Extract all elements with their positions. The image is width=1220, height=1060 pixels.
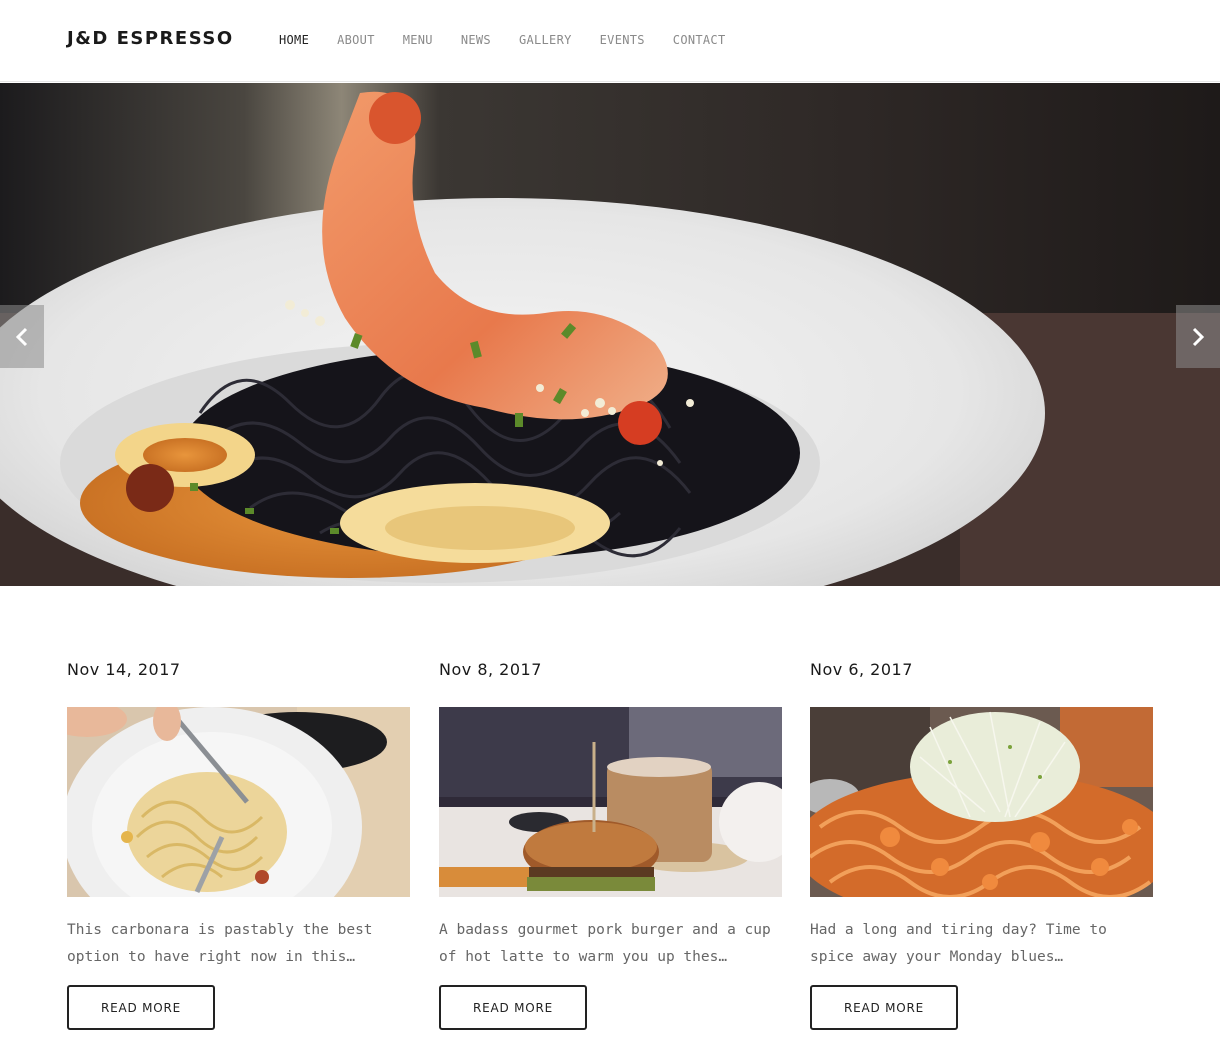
nav-item-about[interactable]: ABOUT — [337, 33, 375, 47]
hero-slider — [0, 83, 1220, 586]
nav-item-news[interactable]: NEWS — [461, 33, 491, 47]
chevron-left-icon — [15, 327, 28, 346]
site-logo[interactable]: J&D ESPRESSO — [67, 28, 234, 49]
news-date: Nov 6, 2017 — [810, 660, 913, 679]
hero-image — [0, 83, 1220, 586]
nav-item-menu[interactable]: MENU — [403, 33, 433, 47]
news-card: Nov 6, 2017 Had a long and tiring day? T… — [810, 660, 1153, 1030]
main-nav: HOME ABOUT MENU NEWS GALLERY EVENTS CONT… — [279, 33, 753, 47]
news-excerpt: A badass gourmet pork burger and a cup o… — [439, 922, 771, 965]
read-more-button[interactable]: READ MORE — [67, 985, 215, 1030]
hero-prev-button[interactable] — [0, 305, 44, 368]
read-more-button[interactable]: READ MORE — [439, 985, 587, 1030]
nav-item-home[interactable]: HOME — [279, 33, 309, 47]
nav-item-gallery[interactable]: GALLERY — [519, 33, 572, 47]
news-date: Nov 8, 2017 — [439, 660, 542, 679]
site-header: J&D ESPRESSO HOME ABOUT MENU NEWS GALLER… — [0, 0, 1220, 82]
news-excerpt: Had a long and tiring day? Time to spice… — [810, 922, 1107, 965]
news-date: Nov 14, 2017 — [67, 660, 181, 679]
chevron-right-icon — [1192, 327, 1205, 346]
read-more-button[interactable]: READ MORE — [810, 985, 958, 1030]
news-image[interactable] — [810, 707, 1153, 897]
news-excerpt: This carbonara is pastably the best opti… — [67, 922, 373, 965]
hero-next-button[interactable] — [1176, 305, 1220, 368]
nav-item-events[interactable]: EVENTS — [600, 33, 645, 47]
nav-item-contact[interactable]: CONTACT — [673, 33, 726, 47]
news-card: Nov 8, 2017 A badass gourmet pork burger… — [439, 660, 782, 1030]
news-image[interactable] — [67, 707, 410, 897]
news-card: Nov 14, 2017 This carbonara is pastably … — [67, 660, 410, 1030]
news-image[interactable] — [439, 707, 782, 897]
